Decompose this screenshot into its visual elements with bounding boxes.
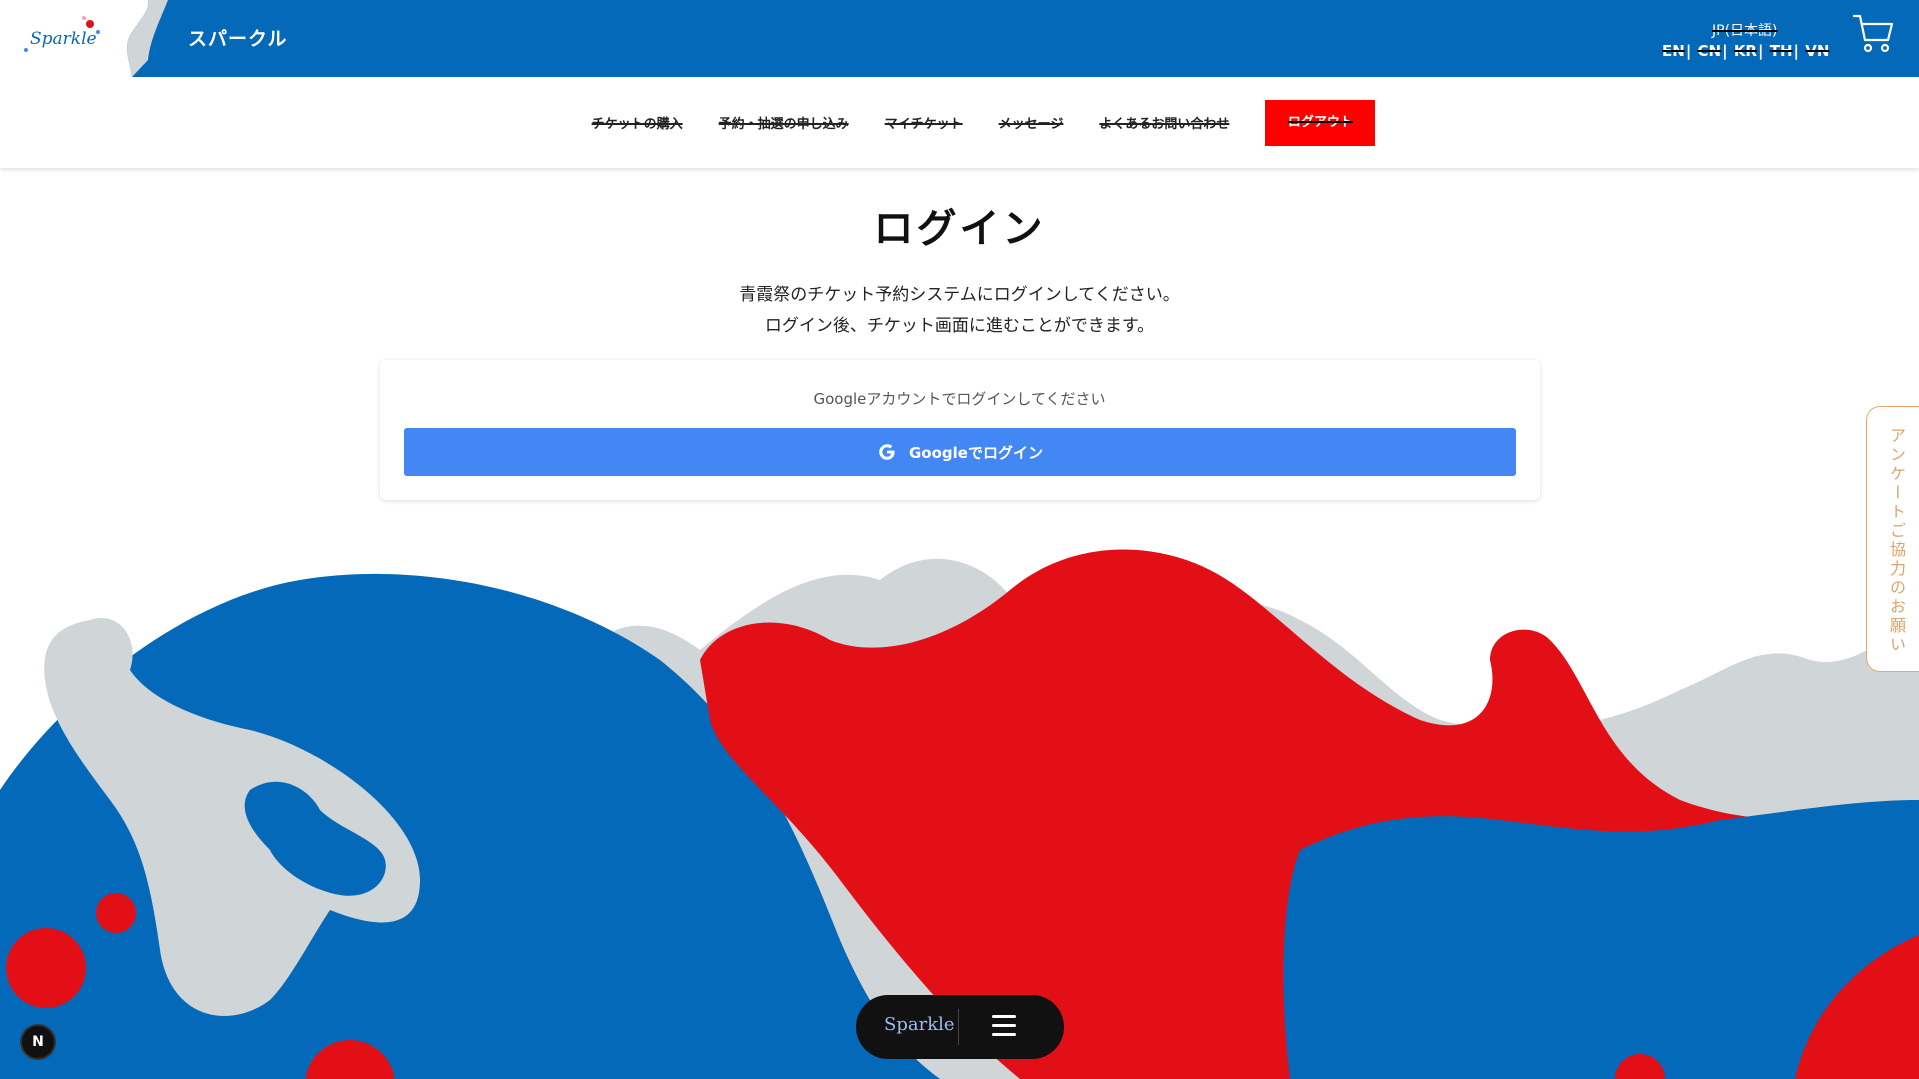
n-badge[interactable]: N bbox=[20, 1024, 56, 1060]
nav-messages[interactable]: メッセージ bbox=[999, 113, 1064, 132]
page-title: ログイン bbox=[873, 206, 1046, 252]
cart-icon[interactable] bbox=[1852, 12, 1896, 56]
bottom-menu-label[interactable]: Sparkle bbox=[884, 1014, 955, 1035]
logo-background: Sparkle bbox=[0, 0, 168, 77]
lang-separator: | bbox=[1722, 42, 1728, 60]
nav-reservation-lottery[interactable]: 予約・抽選の申し込み bbox=[719, 113, 849, 132]
main-nav: チケットの購入 予約・抽選の申し込み マイチケット メッセージ よくあるお問い合… bbox=[0, 77, 1919, 168]
logout-button[interactable]: ログアウト bbox=[1265, 99, 1376, 146]
hamburger-icon[interactable] bbox=[992, 1015, 1016, 1039]
nav-list: チケットの購入 予約・抽選の申し込み マイチケット メッセージ よくあるお問い合… bbox=[0, 77, 1919, 168]
bottom-menu-pill: Sparkle bbox=[856, 995, 1064, 1059]
lang-separator: | bbox=[1685, 42, 1692, 60]
description-line-1: 青霞祭のチケット予約システムにログインしてください。 bbox=[739, 285, 1180, 305]
logo-text: Sparkle bbox=[30, 29, 97, 49]
pill-divider bbox=[958, 1009, 959, 1045]
google-button-label: Googleでログイン bbox=[909, 443, 1043, 462]
lang-th[interactable]: TH bbox=[1770, 42, 1793, 60]
google-icon bbox=[879, 444, 895, 460]
site-title[interactable]: スパークル bbox=[188, 24, 287, 51]
lang-cn[interactable]: CN bbox=[1698, 42, 1722, 60]
nav-faq[interactable]: よくあるお問い合わせ bbox=[1099, 113, 1229, 132]
red-dot bbox=[6, 928, 86, 1008]
language-current[interactable]: JP(日本語) bbox=[1712, 20, 1778, 40]
top-header: Sparkle スパークル JP(日本語) EN| CN| KR| TH| VN bbox=[0, 0, 1919, 77]
description-line-2: ログイン後、チケット画面に進むことができます。 bbox=[764, 316, 1155, 336]
survey-tab[interactable]: アンケートご協力のお願い bbox=[1866, 406, 1919, 672]
language-switcher: EN| CN| KR| TH| VN bbox=[1662, 42, 1829, 60]
login-description: 青霞祭のチケット予約システムにログインしてください。 ログイン後、チケット画面に… bbox=[0, 280, 1919, 342]
google-login-button[interactable]: Googleでログイン bbox=[404, 428, 1516, 476]
nav-my-tickets[interactable]: マイチケット bbox=[885, 113, 963, 132]
lang-separator: | bbox=[1793, 42, 1799, 60]
nav-buy-tickets[interactable]: チケットの購入 bbox=[592, 113, 683, 132]
lang-kr[interactable]: KR bbox=[1734, 42, 1757, 60]
login-card-text: Googleアカウントでログインしてください bbox=[813, 390, 1106, 408]
survey-label: アンケートご協力のお願い bbox=[1887, 427, 1906, 655]
lang-vn[interactable]: VN bbox=[1805, 42, 1829, 60]
red-dot bbox=[96, 893, 136, 933]
lang-en[interactable]: EN bbox=[1662, 42, 1685, 60]
logo[interactable]: Sparkle bbox=[0, 0, 168, 77]
lang-separator: | bbox=[1758, 42, 1764, 60]
